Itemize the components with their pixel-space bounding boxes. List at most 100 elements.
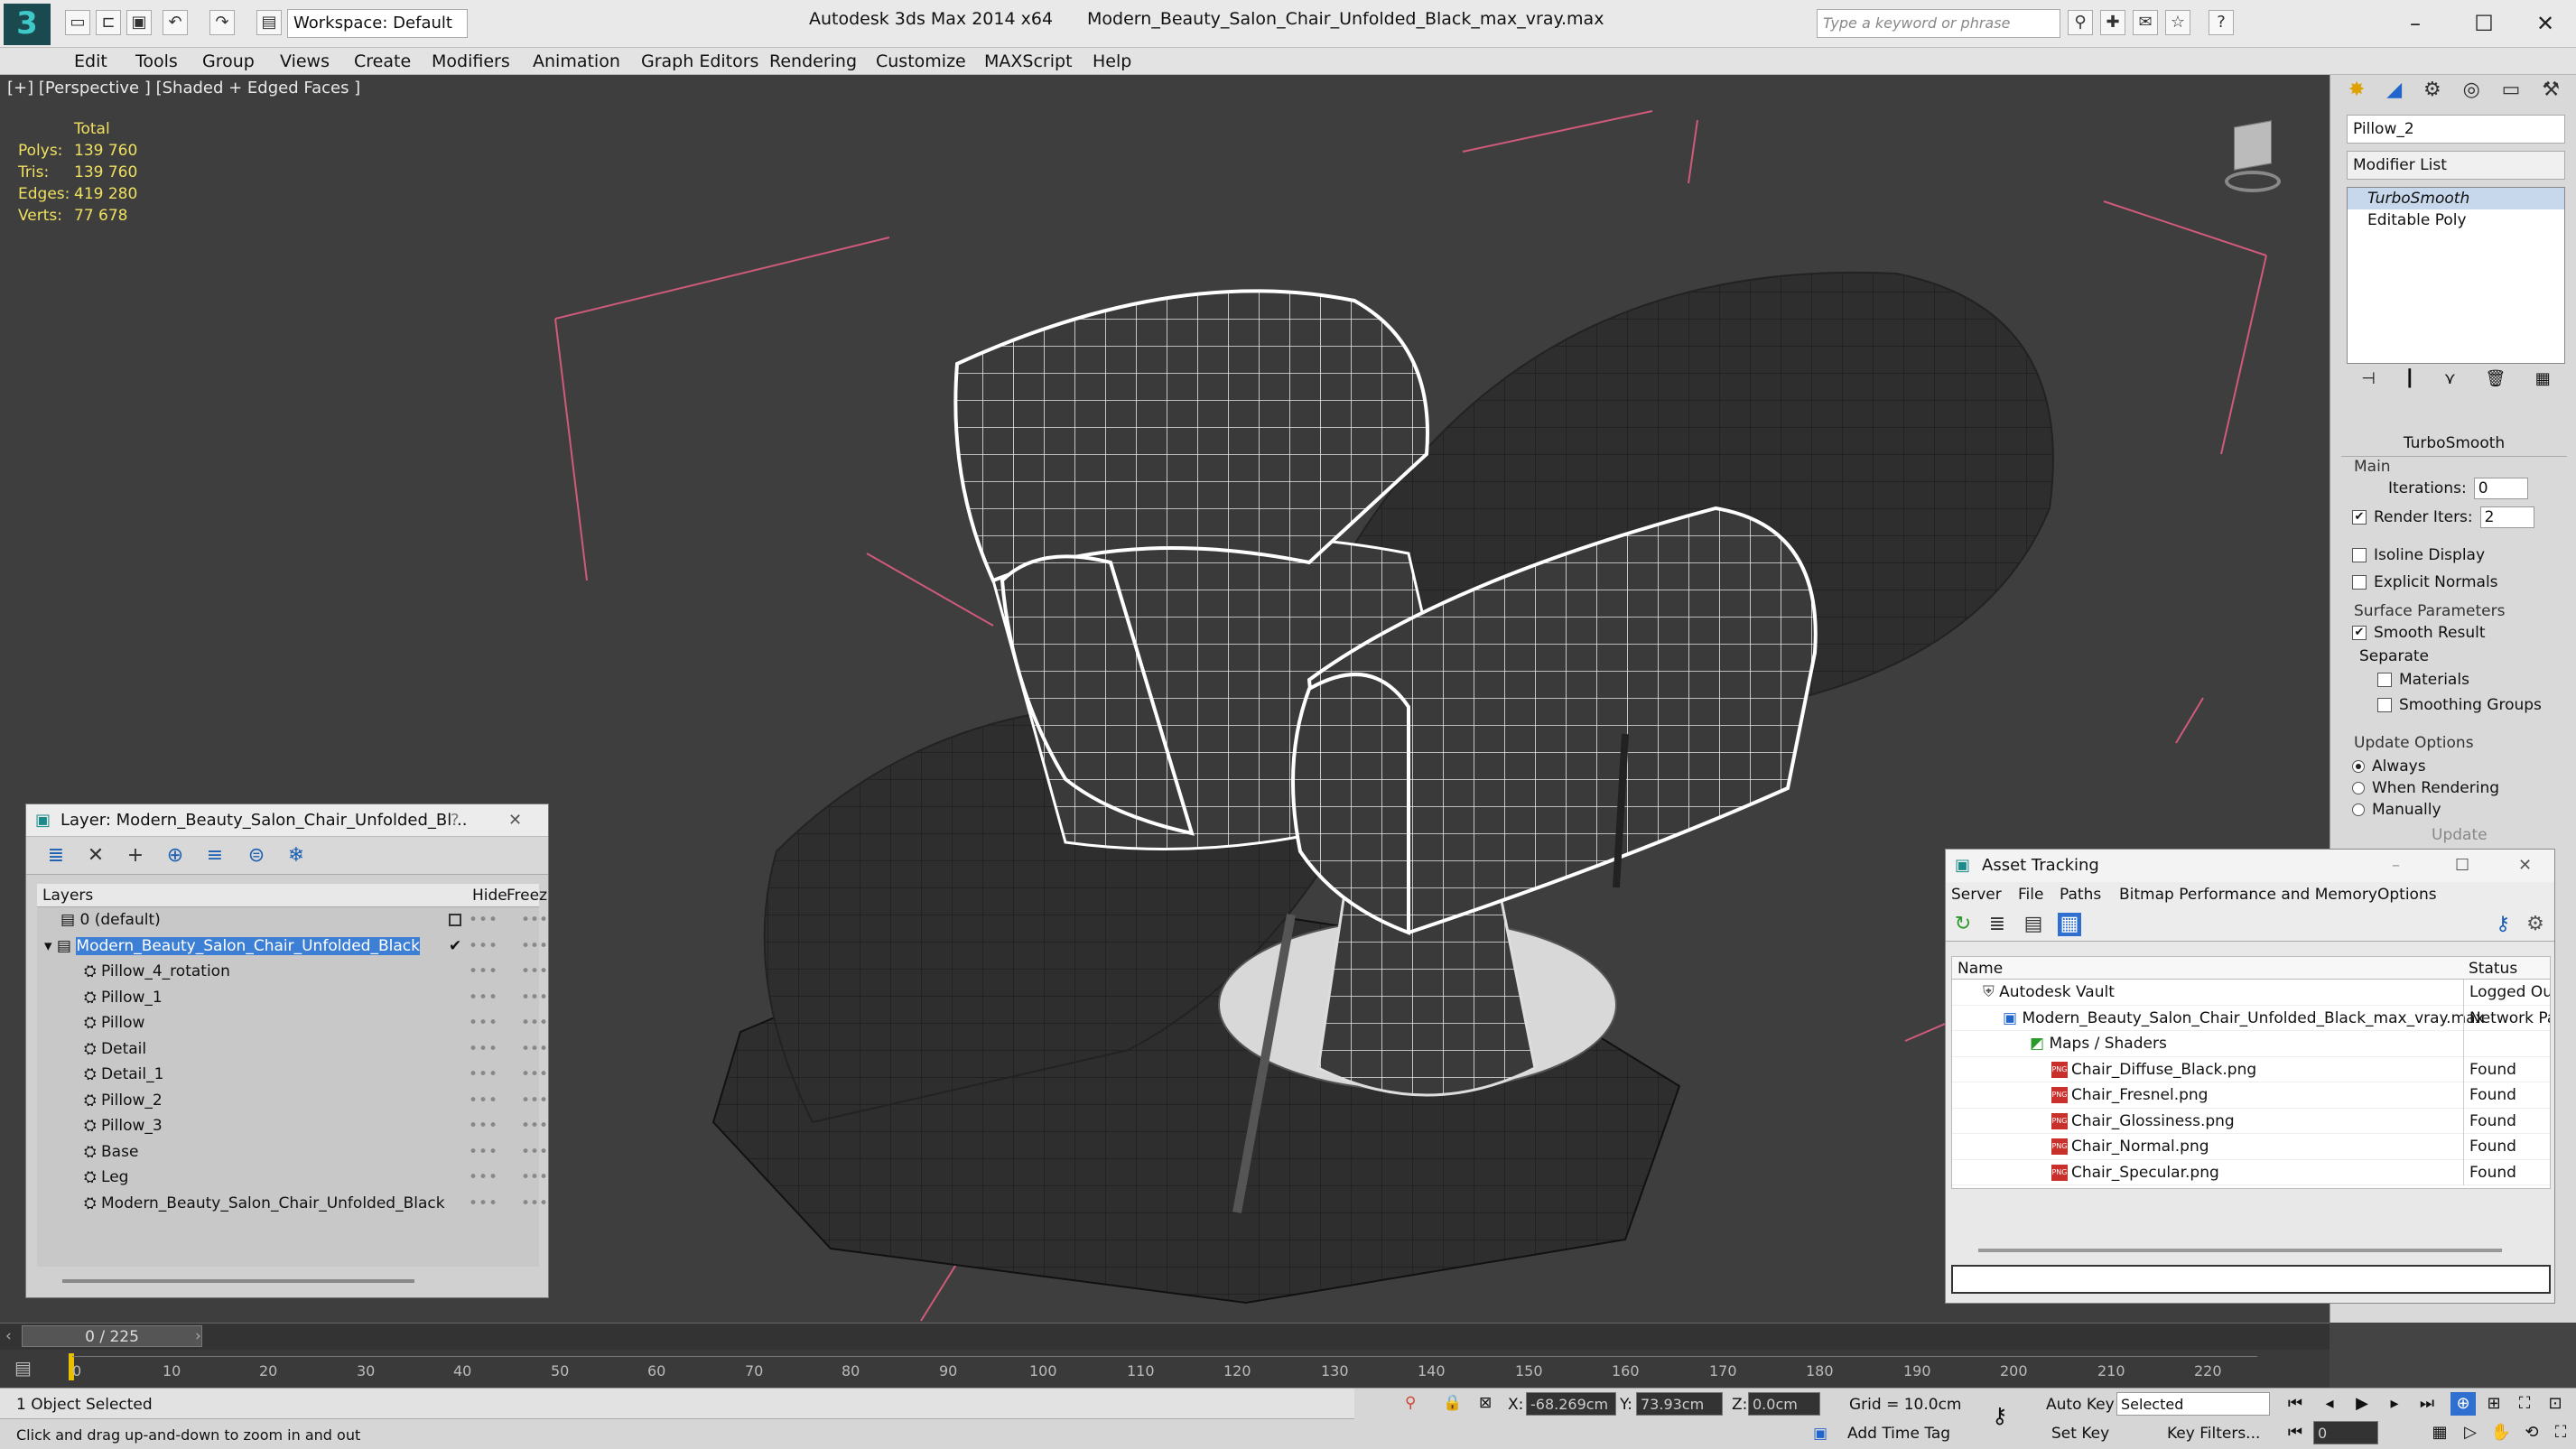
list-item[interactable]: ▾ ▤ Modern_Beauty_Salon_Chair_Unfolded_B… bbox=[37, 933, 548, 960]
next-frame-icon[interactable]: ▸ bbox=[2382, 1392, 2407, 1416]
modifier-list-dropdown[interactable]: Modifier List bbox=[2347, 151, 2565, 180]
time-slider-thumb[interactable]: 0 / 225 bbox=[22, 1325, 202, 1347]
pan-icon[interactable]: ✋ bbox=[2488, 1421, 2514, 1444]
list-item[interactable]: ⛭ Pillow ••• ••• bbox=[37, 1010, 548, 1036]
asset-menu-server[interactable]: Server bbox=[1951, 882, 2002, 907]
smooth-result-checkbox[interactable]: ✔ bbox=[2352, 626, 2367, 640]
menu-help[interactable]: Help bbox=[1093, 51, 1131, 71]
time-slider[interactable]: ‹ 0 / 225 › bbox=[0, 1323, 2330, 1350]
key-mode-toggle-icon[interactable]: ⏮ bbox=[2283, 1421, 2308, 1444]
auto-key-button[interactable]: Auto Key bbox=[2046, 1396, 2115, 1414]
key-filters-button[interactable]: Key Filters... bbox=[2167, 1425, 2260, 1443]
isolate-selection-icon[interactable]: ⚲ bbox=[1405, 1394, 1416, 1412]
prev-frame-icon[interactable]: ◂ bbox=[2317, 1392, 2342, 1416]
hide-all-icon[interactable]: ⊜ bbox=[245, 844, 268, 868]
when-rendering-radio[interactable] bbox=[2352, 782, 2365, 794]
col-name[interactable]: Name bbox=[1958, 957, 2003, 980]
iterations-spinner[interactable]: 0 bbox=[2473, 478, 2528, 499]
show-end-result-icon[interactable]: ┃ bbox=[2404, 369, 2414, 398]
create-tab-icon[interactable]: ✸ bbox=[2348, 79, 2365, 111]
materials-checkbox[interactable] bbox=[2377, 673, 2392, 687]
list-item[interactable]: ⛭ Leg ••• ••• bbox=[37, 1165, 548, 1191]
close-icon[interactable]: ✕ bbox=[508, 804, 522, 837]
col-layers[interactable]: Layers bbox=[42, 884, 93, 907]
menu-customize[interactable]: Customize bbox=[876, 51, 966, 71]
zoom-all-icon[interactable]: ⊞ bbox=[2481, 1392, 2506, 1416]
list-item[interactable]: ⛭ Pillow_4_rotation ••• ••• bbox=[37, 959, 548, 985]
save-icon[interactable]: ▣ bbox=[126, 10, 152, 35]
server-login-icon[interactable]: ⚷ bbox=[2491, 913, 2515, 936]
smoothing-groups-checkbox[interactable] bbox=[2377, 698, 2392, 712]
utilities-tab-icon[interactable]: ⚒ bbox=[2542, 79, 2560, 111]
layer-list[interactable]: ▤ 0 (default) ••• ••• ▾ ▤ Modern_Beauty_Sa… bbox=[37, 907, 548, 1267]
col-freeze[interactable]: Freez bbox=[507, 884, 547, 907]
update-button[interactable]: Update bbox=[2432, 826, 2488, 844]
maximize-viewport-icon[interactable]: ⛶ bbox=[2548, 1421, 2573, 1444]
next-frame-arrow[interactable]: › bbox=[195, 1327, 201, 1345]
orbit-icon[interactable]: ⟲ bbox=[2519, 1421, 2544, 1444]
table-row[interactable]: ◩ Maps / Shaders bbox=[1952, 1031, 2550, 1057]
prev-frame-arrow[interactable]: ‹ bbox=[5, 1327, 12, 1345]
asset-menu-paths[interactable]: Paths bbox=[2060, 882, 2101, 907]
menu-edit[interactable]: Edit bbox=[74, 51, 107, 71]
settings-icon[interactable]: ⚙ bbox=[2524, 913, 2547, 936]
menu-rendering[interactable]: Rendering bbox=[769, 51, 857, 71]
add-time-tag[interactable]: Add Time Tag bbox=[1847, 1425, 1950, 1443]
workspace-select[interactable]: Workspace: Default bbox=[287, 9, 468, 38]
open-file-icon[interactable]: ⊏ bbox=[96, 10, 121, 35]
modify-tab-icon[interactable]: ◢ bbox=[2386, 79, 2402, 111]
table-row[interactable]: PNG Chair_Normal.png Found bbox=[1952, 1134, 2550, 1160]
current-frame-field[interactable]: 0 bbox=[2313, 1421, 2378, 1444]
hierarchy-tab-icon[interactable]: ⚙ bbox=[2423, 79, 2441, 111]
col-hide[interactable]: Hide bbox=[472, 884, 507, 907]
subscription-icon[interactable]: ✚ bbox=[2100, 10, 2125, 35]
rollout-title[interactable]: TurboSmooth bbox=[2341, 431, 2567, 457]
menu-views[interactable]: Views bbox=[280, 51, 330, 71]
table-view-icon[interactable]: ▦ bbox=[2058, 913, 2081, 936]
favorites-star-icon[interactable]: ☆ bbox=[2165, 10, 2190, 35]
maximize-icon[interactable]: ☐ bbox=[2452, 5, 2516, 42]
close-icon[interactable]: ✕ bbox=[2514, 5, 2576, 42]
select-objects-icon[interactable]: ⊕ bbox=[163, 844, 187, 868]
delete-layer-icon[interactable]: ✕ bbox=[84, 844, 107, 868]
detail-view-icon[interactable]: ▤ bbox=[2022, 913, 2045, 936]
close-icon[interactable]: ✕ bbox=[2518, 850, 2532, 882]
mini-curve-editor-icon[interactable]: ▤ bbox=[14, 1357, 32, 1379]
table-row[interactable]: PNG Chair_Glossiness.png Found bbox=[1952, 1108, 2550, 1134]
table-row[interactable]: PNG Chair_Fresnel.png Found bbox=[1952, 1082, 2550, 1109]
render-iters-checkbox[interactable]: ✔ bbox=[2352, 510, 2367, 525]
menu-maxscript[interactable]: MAXScript bbox=[984, 51, 1073, 71]
list-item[interactable]: ⛭ Pillow_2 ••• ••• bbox=[37, 1088, 548, 1114]
project-folder-icon[interactable]: ▤ bbox=[256, 10, 282, 35]
remove-modifier-icon[interactable]: 🗑 bbox=[2485, 369, 2506, 398]
new-file-icon[interactable]: ▭ bbox=[65, 10, 90, 35]
time-config-icon[interactable]: ▦ bbox=[2427, 1421, 2452, 1444]
menu-graph-editors[interactable]: Graph Editors bbox=[641, 51, 758, 71]
zoom-extents-all-icon[interactable]: ⊡ bbox=[2543, 1392, 2568, 1416]
display-tab-icon[interactable]: ▭ bbox=[2502, 79, 2521, 111]
explicit-normals-checkbox[interactable] bbox=[2352, 575, 2367, 590]
always-radio[interactable] bbox=[2352, 760, 2365, 773]
help-icon[interactable]: ? bbox=[2209, 10, 2234, 35]
layer-manager-icon[interactable]: ≣ bbox=[44, 844, 68, 868]
table-row[interactable]: ▣ Modern_Beauty_Salon_Chair_Unfolded_Bla… bbox=[1952, 1005, 2550, 1031]
stack-item-turbosmooth[interactable]: TurboSmooth bbox=[2348, 188, 2564, 209]
communication-icon[interactable]: ✉ bbox=[2133, 10, 2158, 35]
isoline-checkbox[interactable] bbox=[2352, 548, 2367, 562]
menu-create[interactable]: Create bbox=[354, 51, 411, 71]
table-row[interactable]: PNG Chair_Diffuse_Black.png Found bbox=[1952, 1056, 2550, 1082]
motion-tab-icon[interactable]: ◎ bbox=[2463, 79, 2480, 111]
goto-start-icon[interactable]: ⏮ bbox=[2283, 1392, 2308, 1416]
freeze-all-icon[interactable]: ❄ bbox=[284, 844, 308, 868]
list-item[interactable]: ⛭ Modern_Beauty_Salon_Chair_Unfolded_Bla… bbox=[37, 1191, 548, 1217]
asset-list-scrollbar[interactable] bbox=[1978, 1249, 2502, 1252]
maxscript-listener[interactable] bbox=[0, 1389, 1354, 1419]
z-coordinate-field[interactable]: 0.0cm bbox=[1748, 1392, 1820, 1416]
set-key-button[interactable]: Set Key bbox=[2051, 1425, 2109, 1443]
asset-menu-options[interactable]: Options bbox=[2377, 882, 2437, 907]
maximize-icon[interactable]: ☐ bbox=[2455, 850, 2469, 882]
y-coordinate-field[interactable]: 73.93cm bbox=[1636, 1392, 1723, 1416]
absolute-mode-icon[interactable]: ⊠ bbox=[1479, 1394, 1492, 1412]
make-unique-icon[interactable]: ⋎ bbox=[2444, 369, 2456, 398]
object-name-field[interactable]: Pillow_2 bbox=[2347, 115, 2565, 144]
